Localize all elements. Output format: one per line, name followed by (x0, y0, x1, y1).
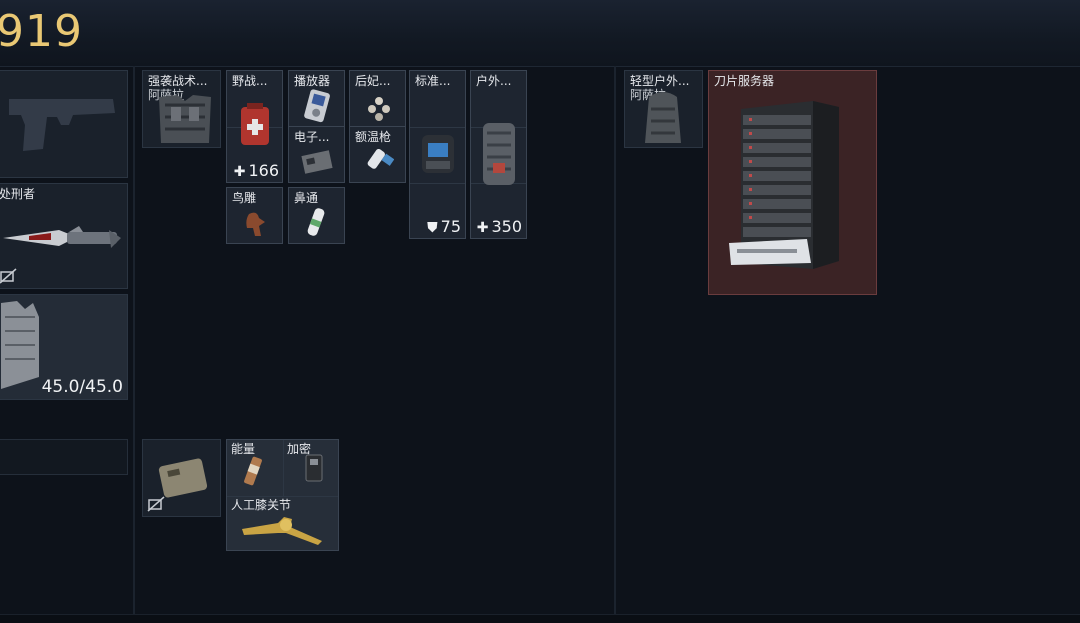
pistol-icon (9, 99, 115, 151)
item-field-kit[interactable]: 野战... ✚ 166 (226, 70, 283, 183)
item-encrypted[interactable]: 加密 (282, 439, 339, 496)
armor-vest-icon (1, 301, 39, 389)
plus-icon: ✚ (233, 164, 246, 180)
shield-icon: ⛊ (427, 220, 438, 236)
item-outdoor-stat: ✚ 350 (477, 217, 522, 236)
knee-joint-icon (242, 517, 322, 545)
figurine-icon (368, 97, 390, 121)
vest-item[interactable]: 强袭战术... 阿萨拉 (142, 70, 221, 148)
plus-icon: ✚ (476, 220, 489, 236)
melee-name: 处刑者 (0, 187, 36, 201)
blade-server-icon (729, 101, 839, 269)
media-player-icon (304, 89, 330, 123)
item-player-name: 播放器 (294, 74, 331, 88)
pouch-slot[interactable] (142, 439, 221, 517)
item-standard-name: 标准... (415, 74, 451, 88)
item-standard[interactable]: 标准... ⛊ 75 (409, 70, 466, 239)
knife-icon (3, 226, 121, 248)
item-energy-name: 能量 (231, 442, 256, 456)
item-nasal[interactable]: 鼻通 (288, 187, 345, 244)
item-electronic[interactable]: 电子... (288, 126, 345, 183)
item-standard-value: 75 (440, 217, 461, 236)
bird-carving-icon (246, 212, 265, 236)
loot-blade-server[interactable]: 刀片服务器 (708, 70, 877, 295)
top-bar: 919 (0, 0, 1080, 67)
helmet-device-icon (422, 135, 454, 173)
armor-slot[interactable]: 45.0/45.0 (0, 294, 128, 400)
tactical-vest-icon (159, 95, 211, 143)
circuit-board-icon (301, 150, 333, 174)
melee-slot[interactable]: 处刑者 (0, 183, 128, 289)
item-player[interactable]: 播放器 (288, 70, 345, 127)
item-consort[interactable]: 后妃... (349, 70, 406, 127)
medkit-icon (241, 103, 269, 145)
empty-equipment-slot[interactable] (0, 439, 128, 475)
vest-item-name: 强袭战术... (148, 74, 208, 88)
item-outdoor-value: 350 (491, 217, 522, 236)
item-knee[interactable]: 人工膝关节 (226, 495, 339, 551)
item-outdoor-name: 户外... (476, 74, 512, 88)
panel-divider-right (614, 66, 616, 622)
outdoor-case-icon (483, 123, 515, 185)
item-standard-stat: ⛊ 75 (427, 217, 461, 236)
no-insure-icon (0, 268, 17, 284)
item-field-kit-value: 166 (248, 161, 279, 180)
panel-divider-left (133, 66, 135, 622)
item-bird-carving[interactable]: 鸟雕 (226, 187, 283, 244)
item-bird-carving-name: 鸟雕 (232, 191, 257, 205)
light-backpack-icon (645, 92, 681, 143)
no-insure-icon (147, 496, 165, 512)
pouch-case-icon (158, 458, 208, 498)
item-nasal-name: 鼻通 (294, 191, 319, 205)
item-energy[interactable]: 能量 (226, 439, 283, 496)
loot-server-name: 刀片服务器 (714, 74, 775, 88)
money-counter: 919 (0, 6, 83, 57)
item-outdoor[interactable]: 户外... ✚ 350 (470, 70, 527, 239)
pistol-slot[interactable] (0, 70, 128, 178)
item-thermometer[interactable]: 额温枪 (349, 126, 406, 183)
loot-backpack-item[interactable]: 轻型户外... 阿萨拉 (624, 70, 703, 148)
nasal-inhaler-icon (307, 208, 325, 236)
encrypted-drive-icon (305, 454, 323, 482)
loot-backpack-name: 轻型户外... (630, 74, 690, 88)
item-field-kit-name: 野战... (232, 74, 268, 88)
energy-bar-icon (244, 456, 262, 486)
item-thermometer-name: 额温枪 (355, 130, 392, 144)
item-consort-name: 后妃... (355, 74, 391, 88)
item-field-kit-stat: ✚ 166 (234, 161, 279, 180)
armor-durability: 45.0/45.0 (41, 377, 123, 397)
thermometer-gun-icon (367, 149, 394, 169)
item-electronic-name: 电子... (294, 130, 330, 144)
